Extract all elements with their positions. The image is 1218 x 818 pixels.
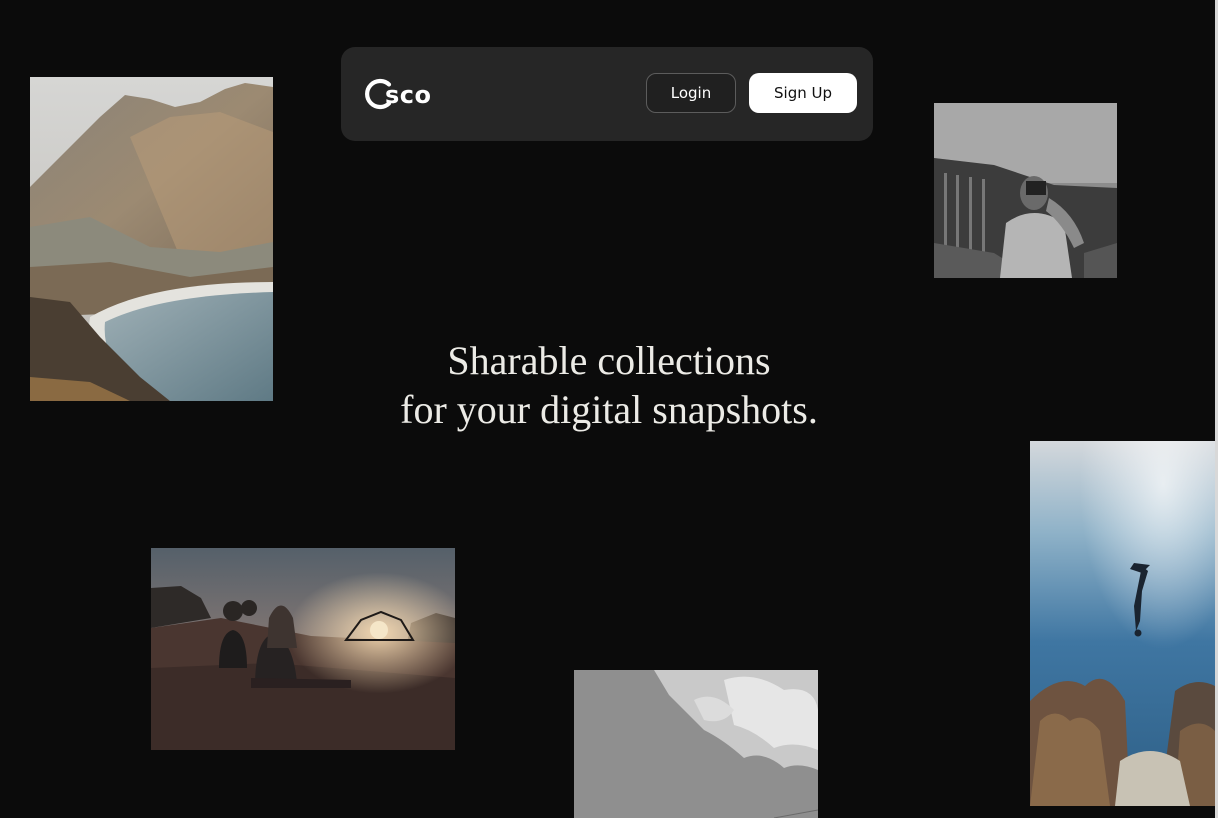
photo-freediver bbox=[1030, 441, 1215, 806]
login-button[interactable]: Login bbox=[646, 73, 736, 113]
photo-mountain-beach bbox=[30, 77, 273, 401]
photo-mirror-selfie bbox=[934, 103, 1117, 278]
top-navbar: sco Login Sign Up bbox=[341, 47, 873, 141]
signup-button[interactable]: Sign Up bbox=[749, 73, 857, 113]
photo-cloudy-sky bbox=[574, 670, 818, 818]
brand-name: sco bbox=[385, 80, 432, 109]
brand-logo[interactable]: sco bbox=[361, 76, 432, 112]
hero-headline-line-1: Sharable collections bbox=[447, 338, 771, 383]
photo-campers-dusk bbox=[151, 548, 455, 750]
hero-headline: Sharable collections for your digital sn… bbox=[309, 336, 909, 434]
hero-headline-line-2: for your digital snapshots. bbox=[400, 387, 818, 432]
